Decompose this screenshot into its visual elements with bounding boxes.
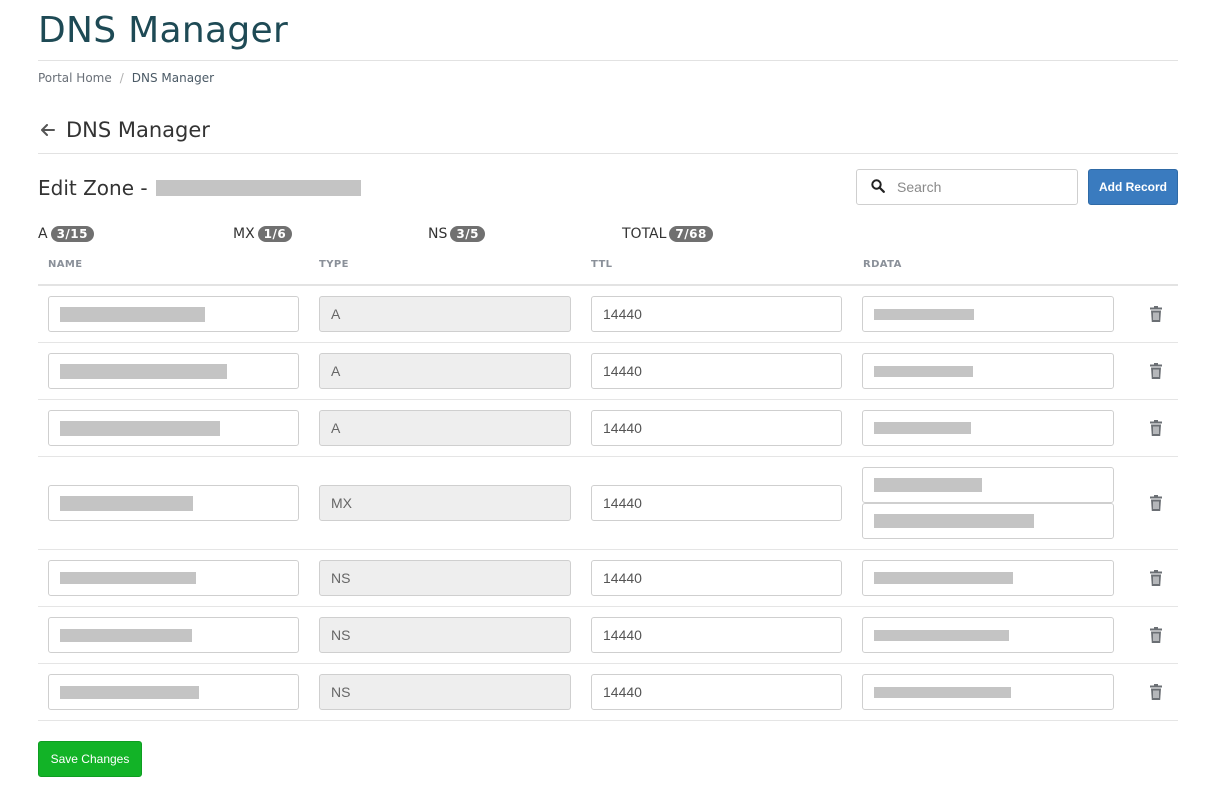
record-type-field: A (319, 353, 571, 389)
trash-icon[interactable] (1147, 419, 1165, 437)
redacted-value (874, 422, 971, 434)
section-header: DNS Manager (38, 118, 210, 142)
record-rdata-input[interactable] (862, 410, 1114, 446)
record-name-input[interactable] (48, 296, 299, 332)
trash-icon[interactable] (1147, 362, 1165, 380)
record-rdata-input[interactable] (862, 560, 1114, 596)
breadcrumb-portal-home[interactable]: Portal Home (38, 71, 112, 85)
record-ttl-input[interactable]: 14440 (591, 674, 842, 710)
column-header-ttl: TTL (591, 259, 613, 270)
arrow-left-icon[interactable] (38, 120, 58, 140)
record-type-field: NS (319, 560, 571, 596)
redacted-value (60, 420, 220, 436)
trash-icon[interactable] (1147, 683, 1165, 701)
record-name-input[interactable] (48, 485, 299, 521)
add-record-button[interactable]: Add Record (1088, 169, 1178, 205)
redacted-value (60, 572, 196, 584)
count-a: A 3/15 (38, 226, 95, 242)
record-type-field: NS (319, 617, 571, 653)
section-divider (38, 153, 1178, 154)
record-rdata-input[interactable] (862, 617, 1114, 653)
column-header-name: NAME (48, 259, 83, 270)
count-badge: 7/68 (669, 226, 713, 242)
redacted-value (874, 514, 1034, 528)
record-ttl-input[interactable]: 14440 (591, 353, 842, 389)
trash-icon[interactable] (1147, 569, 1165, 587)
redacted-value (874, 308, 974, 320)
record-ttl-input[interactable]: 14440 (591, 617, 842, 653)
record-type-field: NS (319, 674, 571, 710)
record-ttl-input[interactable]: 14440 (591, 410, 842, 446)
redacted-value (874, 365, 973, 377)
count-badge: 3/15 (50, 226, 95, 242)
redacted-value (874, 478, 982, 492)
trash-icon[interactable] (1147, 305, 1165, 323)
table-row: A 14440 (38, 343, 1178, 400)
count-badge: 3/5 (450, 226, 485, 242)
count-label: TOTAL (622, 226, 667, 242)
table-row: NS 14440 (38, 550, 1178, 607)
count-mx: MX 1/6 (233, 226, 293, 242)
table-row: NS 14440 (38, 607, 1178, 664)
breadcrumb: Portal Home / DNS Manager (38, 71, 214, 85)
record-name-input[interactable] (48, 674, 299, 710)
section-title: DNS Manager (66, 118, 210, 142)
search-icon (871, 178, 885, 197)
record-type-field: MX (319, 485, 571, 521)
count-label: NS (428, 226, 448, 242)
count-ns: NS 3/5 (428, 226, 485, 242)
redacted-value (60, 363, 227, 379)
record-rdata-input[interactable] (862, 674, 1114, 710)
record-rdata-target-input[interactable] (862, 503, 1114, 539)
record-type-field: A (319, 410, 571, 446)
redacted-value (60, 306, 205, 322)
trash-icon[interactable] (1147, 494, 1165, 512)
zone-name-redacted (155, 180, 361, 196)
breadcrumb-separator: / (119, 71, 124, 85)
count-label: MX (233, 226, 255, 242)
save-changes-button[interactable]: Save Changes (38, 741, 142, 777)
record-name-input[interactable] (48, 410, 299, 446)
table-row: A 14440 (38, 400, 1178, 457)
table-row: MX 14440 (38, 457, 1178, 550)
redacted-value (60, 628, 192, 642)
count-label: A (38, 226, 48, 242)
search-box[interactable] (856, 169, 1078, 205)
trash-icon[interactable] (1147, 626, 1165, 644)
record-ttl-input[interactable]: 14440 (591, 485, 842, 521)
record-name-input[interactable] (48, 617, 299, 653)
count-total: TOTAL 7/68 (622, 226, 713, 242)
edit-zone-label: Edit Zone - (38, 176, 148, 200)
record-rdata-input[interactable] (862, 296, 1114, 332)
page-title: DNS Manager (38, 10, 289, 51)
column-header-rdata: RDATA (863, 259, 902, 270)
record-rdata-priority-input[interactable] (862, 467, 1114, 503)
redacted-value (60, 495, 193, 511)
redacted-value (60, 685, 199, 699)
record-ttl-input[interactable]: 14440 (591, 296, 842, 332)
search-input[interactable] (897, 179, 1067, 195)
redacted-value (874, 572, 1013, 584)
breadcrumb-current: DNS Manager (131, 71, 215, 85)
record-name-input[interactable] (48, 560, 299, 596)
table-row: A 14440 (38, 286, 1178, 343)
redacted-value (874, 629, 1009, 641)
record-ttl-input[interactable]: 14440 (591, 560, 842, 596)
record-name-input[interactable] (48, 353, 299, 389)
edit-zone-heading: Edit Zone - (38, 176, 361, 200)
title-divider (38, 60, 1178, 61)
count-badge: 1/6 (257, 226, 293, 242)
table-row: NS 14440 (38, 664, 1178, 721)
record-rdata-input[interactable] (862, 353, 1114, 389)
redacted-value (874, 686, 1011, 698)
record-type-field: A (319, 296, 571, 332)
column-header-type: TYPE (319, 259, 349, 270)
